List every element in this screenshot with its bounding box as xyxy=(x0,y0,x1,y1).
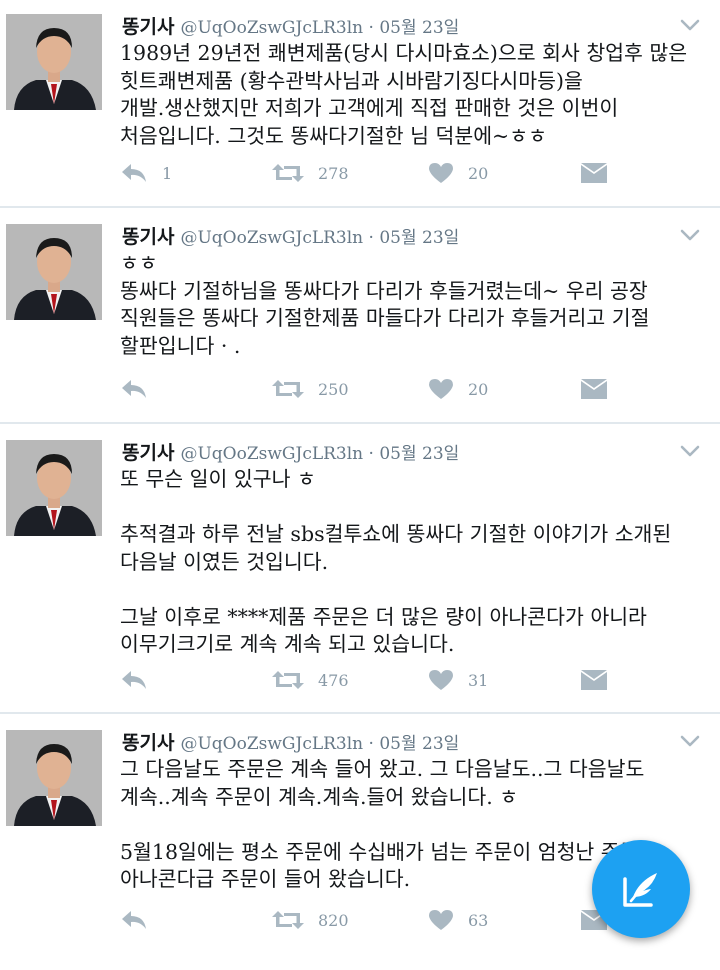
author-name[interactable]: 똥기사 xyxy=(122,226,174,248)
reply-count: 1 xyxy=(162,163,173,183)
avatar[interactable] xyxy=(6,224,102,320)
tweet-text: 또 무슨 일이 있구나 ㅎ 추적결과 하루 전날 sbs컬투쇼에 똥싸다 기절한… xyxy=(120,466,680,659)
tweet-text-line: ㅎㅎ xyxy=(120,251,158,275)
tweet-actions: 476 31 xyxy=(120,665,640,695)
tweet-text: ㅎㅎ 똥싸다 기절하님을 똥싸다가 다리가 후들거렸는데~ 우리 공장 직원들은… xyxy=(120,250,680,360)
author-handle-date: @UqOoZswGJcLR3ln · 05월 23일 xyxy=(180,444,460,464)
like-button[interactable]: 63 xyxy=(428,905,488,935)
like-count: 20 xyxy=(468,379,489,399)
avatar-portrait xyxy=(6,440,102,536)
avatar-portrait xyxy=(6,224,102,320)
tweet-header: 똥기사 @UqOoZswGJcLR3ln · 05월 23일 xyxy=(122,222,680,252)
chevron-down-icon[interactable] xyxy=(680,18,700,32)
tweet-text-line: 또 무슨 일이 있구나 ㅎ xyxy=(120,467,316,491)
avatar[interactable] xyxy=(6,440,102,536)
tweet[interactable]: 똥기사 @UqOoZswGJcLR3ln · 05월 23일 1989년 29년전… xyxy=(0,0,720,208)
avatar-portrait xyxy=(6,14,102,110)
tweet-text-line: 개발.생산했지만 저희가 고객에게 직접 판매한 것은 이번이 xyxy=(120,96,619,120)
retweet-icon xyxy=(272,911,304,929)
retweet-button[interactable]: 278 xyxy=(272,158,349,188)
retweet-count: 250 xyxy=(318,379,349,399)
envelope-icon xyxy=(581,670,607,690)
reply-button[interactable]: 1 xyxy=(120,158,172,188)
tweet-text-line: 그날 이후로 ****제품 주문은 더 많은 량이 아나콘다가 아니라 xyxy=(120,604,647,629)
reply-icon xyxy=(122,911,146,929)
tweet-header: 똥기사 @UqOoZswGJcLR3ln · 05월 23일 xyxy=(122,728,680,758)
retweet-icon xyxy=(272,380,304,398)
tweet-text-line: 이무기크기로 계속 계속 되고 있습니다. xyxy=(120,632,455,656)
tweet-text-line: 다음날 이였든 것입니다. xyxy=(120,549,329,574)
heart-icon xyxy=(429,379,453,399)
like-button[interactable]: 20 xyxy=(428,374,488,404)
author-handle-date: @UqOoZswGJcLR3ln · 05월 23일 xyxy=(180,734,460,754)
envelope-icon xyxy=(581,163,607,183)
tweet[interactable]: 똥기사 @UqOoZswGJcLR3ln · 05월 23일 그 다음날도 주문은… xyxy=(0,716,720,970)
retweet-button[interactable]: 820 xyxy=(272,905,349,935)
reply-button[interactable] xyxy=(120,665,162,695)
heart-icon xyxy=(429,670,453,690)
like-button[interactable]: 31 xyxy=(428,665,488,695)
tweet-actions: 820 63 xyxy=(120,905,640,935)
tweet-text-line: 똥싸다 기절하님을 똥싸다가 다리가 후들거렸는데~ 우리 공장 xyxy=(120,278,648,303)
like-count: 31 xyxy=(468,670,489,690)
tweet-text-line xyxy=(120,576,680,604)
chevron-down-icon[interactable] xyxy=(680,228,700,242)
avatar[interactable] xyxy=(6,730,102,826)
retweet-button[interactable]: 476 xyxy=(272,665,349,695)
envelope-icon xyxy=(581,379,607,399)
tweet-text-line xyxy=(120,494,680,522)
tweet-text-line: 1989년 29년전 쾌변제품(당시 다시마효소)으로 회사 창업후 많은 xyxy=(120,41,688,65)
heart-icon xyxy=(429,163,453,183)
direct-message-button[interactable] xyxy=(580,665,608,695)
chevron-down-icon[interactable] xyxy=(680,444,700,458)
like-button[interactable]: 20 xyxy=(428,158,488,188)
direct-message-button[interactable] xyxy=(580,158,608,188)
compose-tweet-button[interactable] xyxy=(592,840,690,938)
direct-message-button[interactable] xyxy=(580,374,608,404)
tweet-text: 1989년 29년전 쾌변제품(당시 다시마효소)으로 회사 창업후 많은 힛트… xyxy=(120,40,688,150)
compose-tweet-icon xyxy=(623,873,657,907)
reply-button[interactable] xyxy=(120,374,162,404)
tweet-actions: 1 278 20 xyxy=(120,158,640,188)
reply-icon xyxy=(122,164,146,182)
tweet-header: 똥기사 @UqOoZswGJcLR3ln · 05월 23일 xyxy=(122,438,680,468)
reply-button[interactable] xyxy=(120,905,162,935)
chevron-down-icon[interactable] xyxy=(680,734,700,748)
tweet-text-line: 힛트쾌변제품 (황수관박사님과 시바람기징다시마등)을 xyxy=(120,68,583,93)
tweet-header: 똥기사 @UqOoZswGJcLR3ln · 05월 23일 xyxy=(122,12,680,42)
retweet-count: 820 xyxy=(318,910,349,930)
author-name[interactable]: 똥기사 xyxy=(122,442,174,464)
retweet-count: 476 xyxy=(318,670,349,690)
avatar[interactable] xyxy=(6,14,102,110)
tweet[interactable]: 똥기사 @UqOoZswGJcLR3ln · 05월 23일 ㅎㅎ 똥싸다 기절하… xyxy=(0,210,720,424)
tweet-text-line: 처음입니다. 그것도 똥싸다기절한 님 덕분에~ㅎㅎ xyxy=(120,123,547,148)
tweet-text-line: 그 다음날도 주문은 계속 들어 왔고. 그 다음날도..그 다음날도 xyxy=(120,757,645,781)
tweet-text-line: 5월18일에는 평소 주문에 수십배가 넘는 주문이 엄청난 주문 xyxy=(120,839,639,864)
author-handle-date: @UqOoZswGJcLR3ln · 05월 23일 xyxy=(180,228,460,248)
author-name[interactable]: 똥기사 xyxy=(122,732,174,754)
tweet-actions: 250 20 xyxy=(120,374,640,404)
heart-icon xyxy=(429,910,453,930)
tweet-text-line xyxy=(120,811,680,839)
tweet-text-line: 계속..계속 주문이 계속.계속.들어 왔습니다. ㅎ xyxy=(120,784,519,809)
like-count: 63 xyxy=(468,910,489,930)
tweet-text-line: 직원들은 똥싸다 기절한제품 마들다가 다리가 후들거리고 기절 xyxy=(120,306,650,330)
retweet-button[interactable]: 250 xyxy=(272,374,349,404)
author-name[interactable]: 똥기사 xyxy=(122,16,174,38)
avatar-portrait xyxy=(6,730,102,826)
retweet-count: 278 xyxy=(318,163,349,183)
reply-icon xyxy=(122,671,146,689)
retweet-icon xyxy=(272,671,304,689)
tweet-text-line: 할판입니다 · . xyxy=(120,333,241,358)
like-count: 20 xyxy=(468,163,489,183)
retweet-icon xyxy=(272,164,304,182)
author-handle-date: @UqOoZswGJcLR3ln · 05월 23일 xyxy=(180,18,460,38)
tweet[interactable]: 똥기사 @UqOoZswGJcLR3ln · 05월 23일 또 무슨 일이 있구… xyxy=(0,426,720,714)
reply-icon xyxy=(122,380,146,398)
tweet-text-line: 추적결과 하루 전날 sbs컬투쇼에 똥싸다 기절한 이야기가 소개된 xyxy=(120,522,672,546)
